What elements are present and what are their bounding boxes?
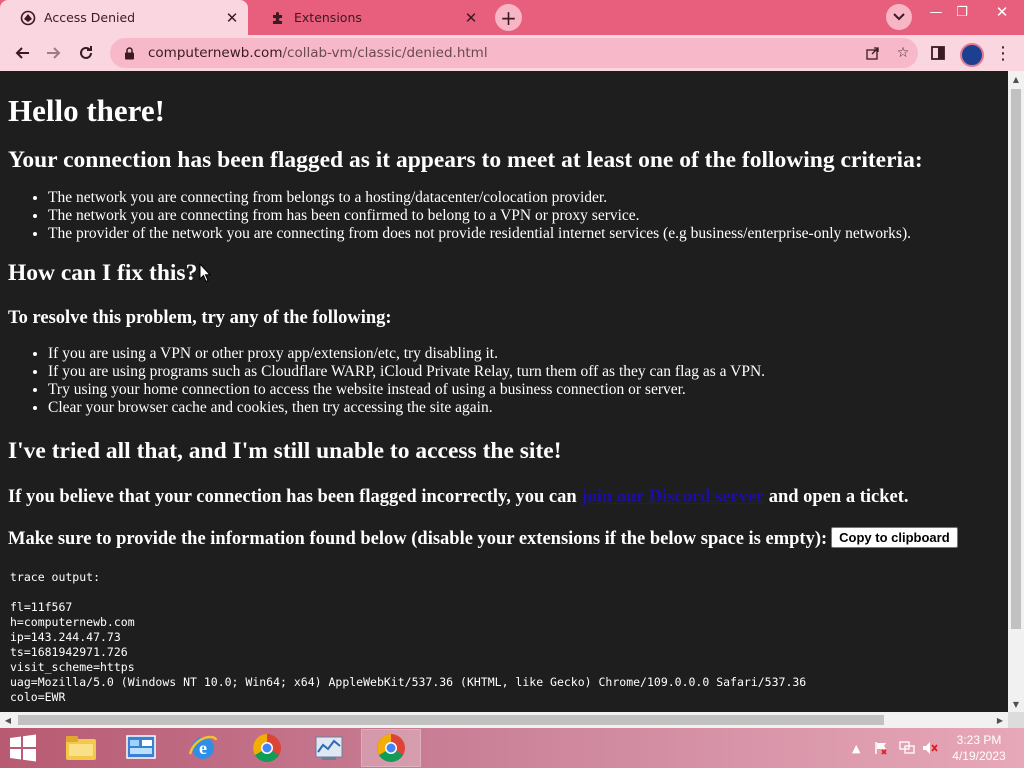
scroll-down-arrow-icon[interactable]: ▼ bbox=[1008, 696, 1024, 712]
discord-link[interactable]: join our Discord server bbox=[581, 487, 764, 507]
fixes-list: If you are using a VPN or other proxy ap… bbox=[8, 345, 1008, 417]
resolve-heading: To resolve this problem, try any of the … bbox=[8, 308, 392, 328]
volume-muted-icon[interactable] bbox=[922, 728, 938, 768]
profile-avatar[interactable] bbox=[960, 43, 984, 67]
trace-line: visit_scheme=https bbox=[10, 660, 135, 674]
trace-line: ip=143.244.47.73 bbox=[10, 630, 121, 644]
list-item: The network you are connecting from has … bbox=[48, 207, 1008, 225]
list-item: Try using your home connection to access… bbox=[48, 381, 1008, 399]
tab-access-denied[interactable]: Access Denied ✕ bbox=[0, 0, 248, 35]
list-item: If you are using a VPN or other proxy ap… bbox=[48, 345, 1008, 363]
share-icon[interactable] bbox=[858, 46, 888, 60]
criteria-list: The network you are connecting from belo… bbox=[8, 189, 1008, 243]
taskbar: e ▲ 3:23 PM 4/19/2023 bbox=[0, 728, 1024, 768]
control-panel-icon[interactable] bbox=[112, 730, 170, 766]
network-icon[interactable] bbox=[899, 728, 915, 768]
trace-line: h=computernewb.com bbox=[10, 615, 135, 629]
scroll-left-arrow-icon[interactable]: ◀ bbox=[0, 712, 16, 728]
ticket-text-after: and open a ticket. bbox=[764, 487, 909, 507]
new-tab-button[interactable]: + bbox=[495, 4, 522, 31]
menu-kebab-icon[interactable]: ⋮ bbox=[990, 40, 1016, 66]
trace-line: colo=EWR bbox=[10, 690, 66, 704]
trace-line: uag=Mozilla/5.0 (Windows NT 10.0; Win64;… bbox=[10, 675, 807, 689]
url-path: /collab-vm/classic/denied.html bbox=[282, 45, 488, 61]
url-host: computernewb.com bbox=[148, 45, 283, 61]
restore-icon[interactable]: ❐ bbox=[947, 0, 977, 24]
trace-output[interactable]: trace output: fl=11f567 h=computernewb.c… bbox=[8, 570, 1008, 705]
tab-extensions[interactable]: Extensions ✕ bbox=[250, 0, 487, 35]
close-tab-icon[interactable]: ✕ bbox=[222, 9, 242, 27]
browser-toolbar: computernewb.com/collab-vm/classic/denie… bbox=[0, 35, 1024, 71]
tab-search-chevron-icon[interactable] bbox=[886, 4, 912, 30]
puzzle-icon bbox=[270, 10, 286, 26]
windows-start-icon[interactable] bbox=[8, 734, 38, 762]
fix-heading: How can I fix this? bbox=[8, 260, 198, 286]
page-content: Hello there! Your connection has been fl… bbox=[0, 71, 1008, 712]
ticket-paragraph: If you believe that your connection has … bbox=[8, 486, 1008, 508]
lock-icon[interactable] bbox=[122, 46, 136, 60]
flagged-heading: Your connection has been flagged as it a… bbox=[8, 147, 923, 173]
list-item: If you are using programs such as Cloudf… bbox=[48, 363, 1008, 381]
scroll-right-arrow-icon[interactable]: ▶ bbox=[992, 712, 1008, 728]
trace-header: trace output: bbox=[10, 570, 101, 584]
back-arrow-icon[interactable] bbox=[9, 40, 35, 66]
tried-heading: I've tried all that, and I'm still unabl… bbox=[8, 438, 562, 464]
provide-info-paragraph: Make sure to provide the information fou… bbox=[8, 527, 1008, 550]
address-bar[interactable]: computernewb.com/collab-vm/classic/denie… bbox=[110, 38, 918, 68]
forward-arrow-icon[interactable] bbox=[41, 40, 67, 66]
reload-icon[interactable] bbox=[73, 40, 99, 66]
clock-date: 4/19/2023 bbox=[952, 749, 1006, 763]
close-tab-icon[interactable]: ✕ bbox=[461, 9, 481, 27]
page-title: Hello there! bbox=[8, 93, 165, 128]
tab-strip: Access Denied ✕ Extensions ✕ + — ❐ ✕ bbox=[0, 0, 1024, 35]
chrome-icon[interactable] bbox=[361, 729, 421, 767]
show-hidden-icons-chevron-icon[interactable]: ▲ bbox=[852, 728, 860, 768]
horizontal-scroll-thumb[interactable] bbox=[18, 715, 884, 725]
list-item: Clear your browser cache and cookies, th… bbox=[48, 399, 1008, 417]
chrome-icon[interactable] bbox=[238, 730, 296, 766]
performance-monitor-icon[interactable] bbox=[300, 730, 358, 766]
copy-to-clipboard-button[interactable]: Copy to clipboard bbox=[831, 527, 958, 548]
provide-info-text: Make sure to provide the information fou… bbox=[8, 529, 828, 549]
tab-favicon-icon bbox=[20, 10, 36, 26]
tab-title: Extensions bbox=[294, 10, 362, 25]
bookmark-star-icon[interactable]: ☆ bbox=[888, 45, 918, 61]
internet-explorer-icon[interactable]: e bbox=[174, 730, 232, 766]
trace-line: fl=11f567 bbox=[10, 600, 73, 614]
clock-time: 3:23 PM bbox=[956, 733, 1002, 747]
horizontal-scrollbar[interactable]: ◀ ▶ bbox=[0, 712, 1008, 728]
mouse-cursor-icon bbox=[199, 263, 211, 283]
vertical-scroll-thumb[interactable] bbox=[1011, 89, 1021, 629]
tab-title: Access Denied bbox=[44, 10, 136, 25]
list-item: The network you are connecting from belo… bbox=[48, 189, 1008, 207]
taskbar-clock[interactable]: 3:23 PM 4/19/2023 bbox=[948, 732, 1010, 764]
file-explorer-icon[interactable] bbox=[52, 730, 110, 766]
list-item: The provider of the network you are conn… bbox=[48, 225, 1008, 243]
trace-line: ts=1681942971.726 bbox=[10, 645, 128, 659]
side-panel-icon[interactable] bbox=[925, 40, 951, 66]
scroll-up-arrow-icon[interactable]: ▲ bbox=[1008, 71, 1024, 87]
vertical-scrollbar[interactable]: ▲ ▼ bbox=[1008, 71, 1024, 712]
action-center-flag-icon[interactable] bbox=[874, 728, 888, 768]
url-text[interactable]: computernewb.com/collab-vm/classic/denie… bbox=[148, 45, 858, 61]
scrollbar-corner bbox=[1008, 712, 1024, 728]
close-window-icon[interactable]: ✕ bbox=[985, 0, 1019, 24]
ticket-text-before: If you believe that your connection has … bbox=[8, 487, 582, 507]
